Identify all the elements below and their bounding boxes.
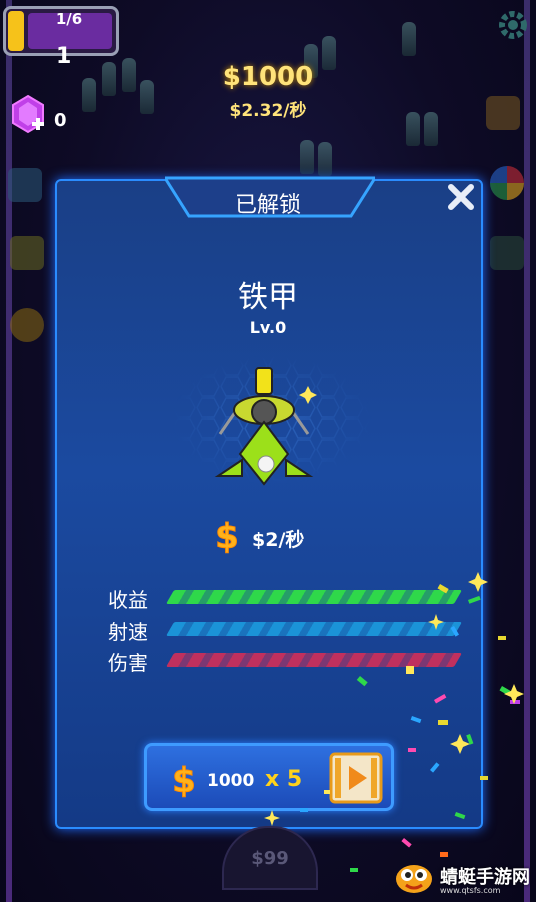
stat-label: 收益 bbox=[108, 588, 148, 612]
watermark: 蜻蜓手游网 www.qtsfs.com bbox=[392, 857, 532, 897]
background-ship bbox=[402, 22, 416, 56]
money-rate: $2.32/秒 bbox=[229, 101, 307, 121]
video-play-icon[interactable] bbox=[329, 752, 383, 804]
stat-bar-damage bbox=[165, 653, 463, 667]
item-level: Lv.0 bbox=[249, 318, 287, 337]
dollar-coin-icon: $ bbox=[172, 761, 197, 799]
background-ship bbox=[318, 142, 332, 176]
dollar-coin-icon: $ bbox=[215, 517, 240, 555]
stat-label: 射速 bbox=[108, 620, 148, 644]
close-icon[interactable] bbox=[444, 180, 478, 214]
mech-ship-icon bbox=[214, 367, 317, 486]
level-progress-fill bbox=[8, 11, 24, 51]
item-name: 铁甲 bbox=[238, 280, 298, 315]
stat-bar-fire-rate bbox=[165, 622, 463, 636]
watermark-url: www.qtsfs.com bbox=[440, 886, 501, 895]
buy-x5-button[interactable]: $ 1000 x 5 bbox=[144, 743, 394, 811]
dragonfly-logo-icon bbox=[396, 865, 432, 893]
stat-bar-income bbox=[165, 590, 463, 604]
level-progress-text: 1/6 bbox=[55, 10, 83, 28]
left-lane-rail bbox=[6, 0, 12, 902]
bottom-buy-price: $99 bbox=[251, 848, 289, 869]
income-rate: $2/秒 bbox=[252, 529, 305, 551]
battery-icon[interactable] bbox=[490, 236, 524, 270]
stat-label: 伤害 bbox=[108, 651, 148, 675]
lightning-icon[interactable] bbox=[10, 236, 44, 270]
buy-multiplier: x 5 bbox=[265, 767, 303, 792]
gem-count: 0 bbox=[54, 110, 67, 131]
stat-row-income: 收益 bbox=[108, 584, 468, 612]
stat-row-damage: 伤害 bbox=[108, 647, 468, 675]
gift-icon[interactable] bbox=[486, 96, 520, 130]
money-total: $1000 bbox=[222, 62, 314, 92]
svg-text:$: $ bbox=[172, 761, 196, 798]
svg-text:$: $ bbox=[215, 517, 239, 554]
buy-cost: 1000 bbox=[207, 771, 255, 791]
gem-icon[interactable] bbox=[10, 94, 46, 134]
background-ship bbox=[300, 140, 314, 174]
stat-row-fire-rate: 射速 bbox=[108, 616, 468, 644]
gear-icon[interactable] bbox=[498, 10, 528, 40]
income-row: $ $2/秒 bbox=[210, 516, 350, 556]
right-lane-rail bbox=[524, 0, 530, 902]
